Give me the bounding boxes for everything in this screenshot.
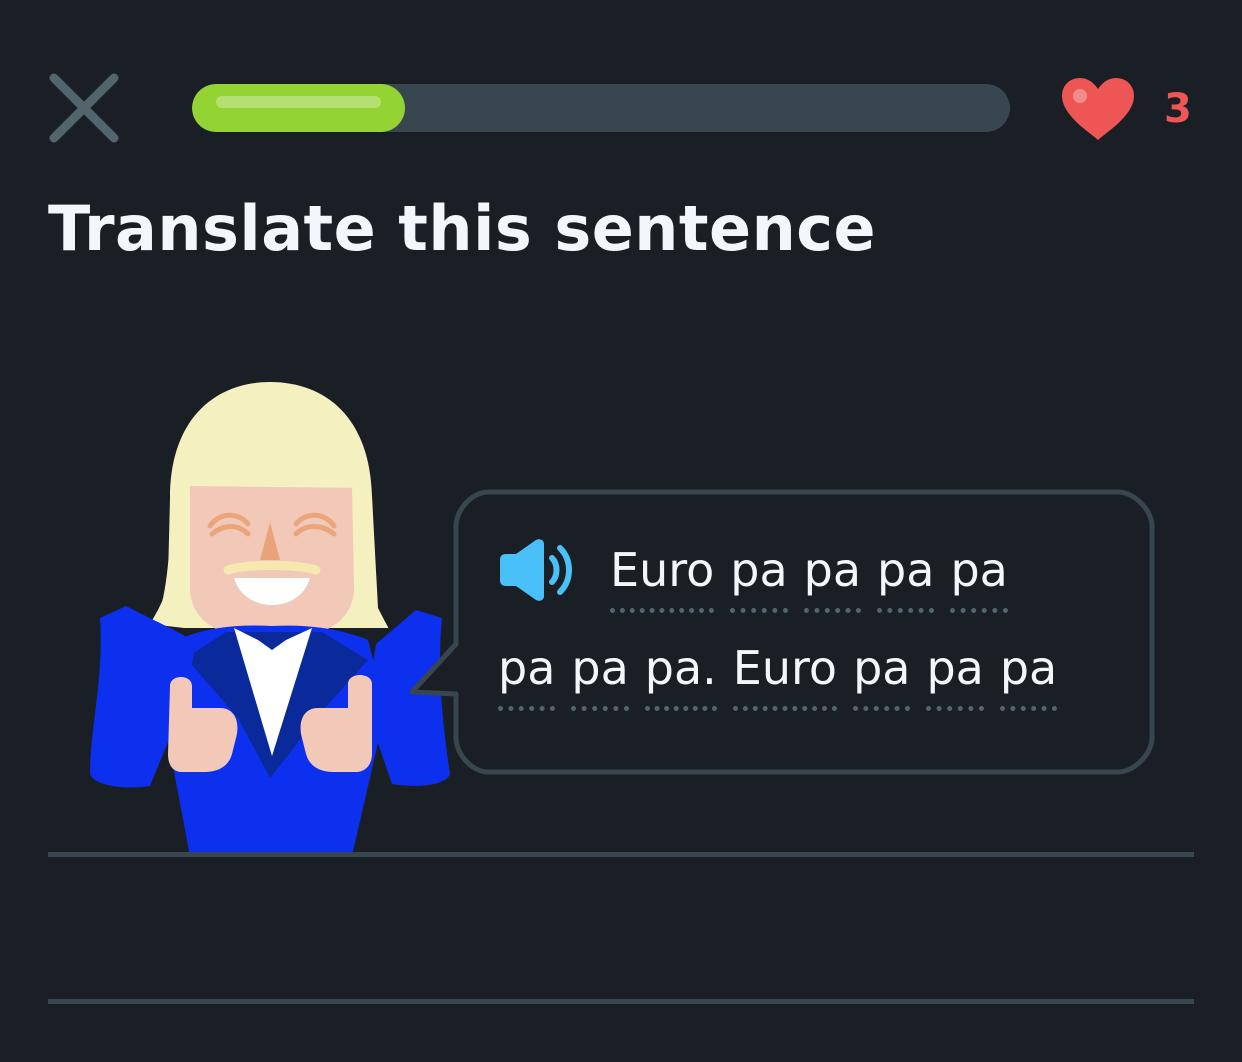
- prompt-speech-bubble: Euro pa pa pa pa pa pa pa. Euro pa pa pa: [409, 488, 1155, 775]
- prompt-word[interactable]: pa: [730, 542, 788, 613]
- progress-bar-fill: [192, 84, 405, 132]
- prompt-word[interactable]: pa.: [644, 640, 717, 711]
- prompt-line-2: pa pa pa. Euro pa pa pa: [498, 640, 1073, 711]
- prompt-word[interactable]: Euro: [732, 640, 838, 711]
- prompt-word[interactable]: pa: [571, 640, 629, 711]
- answer-line-1: [48, 852, 1194, 857]
- character-figure: [90, 382, 450, 856]
- hearts-count: 3: [1164, 86, 1192, 132]
- answer-line-2: [48, 999, 1194, 1004]
- speaker-icon: [500, 539, 572, 601]
- prompt-line-1: Euro pa pa pa pa: [610, 542, 1024, 613]
- close-button[interactable]: [48, 72, 120, 144]
- prompt-word[interactable]: pa: [926, 640, 984, 711]
- prompt-word[interactable]: pa: [999, 640, 1058, 711]
- prompt-word[interactable]: pa: [853, 640, 911, 711]
- challenge-title: Translate this sentence: [48, 192, 877, 265]
- prompt-word[interactable]: pa: [950, 542, 1008, 613]
- lesson-progress-bar: [192, 84, 1010, 132]
- heart-icon: [1062, 78, 1134, 140]
- prompt-word[interactable]: pa: [803, 542, 862, 613]
- progress-bar-highlight: [216, 96, 381, 108]
- prompt-word[interactable]: Euro: [610, 542, 715, 613]
- hearts-counter[interactable]: 3: [1058, 74, 1208, 144]
- character-illustration: [86, 378, 456, 856]
- prompt-word[interactable]: pa: [877, 542, 935, 613]
- close-icon: [49, 73, 119, 143]
- speech-bubble-frame: [409, 489, 1155, 775]
- prompt-word[interactable]: pa: [498, 640, 556, 711]
- play-audio-button[interactable]: [496, 538, 580, 602]
